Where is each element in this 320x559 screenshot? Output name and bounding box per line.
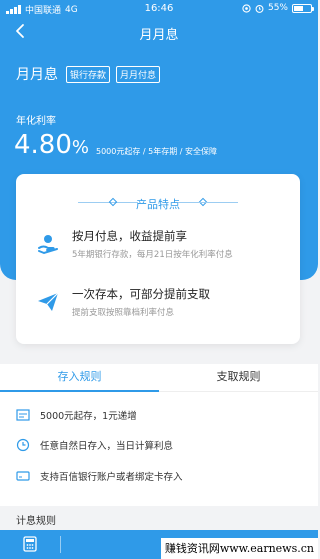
rate-note: 5000元起存 / 5年存期 / 安全保障 bbox=[96, 147, 218, 156]
features-card: 产品特点 按月付息，收益提前享 5年期银行存款，每月21日按年化利率付息 一次存… bbox=[16, 174, 300, 344]
rule-text: 任意自然日存入，当日计算利息 bbox=[40, 441, 174, 452]
tab-withdraw-rules[interactable]: 支取规则 bbox=[159, 364, 318, 392]
hand-coin-icon bbox=[38, 235, 58, 255]
product-tag: 银行存款 bbox=[66, 65, 111, 83]
card-icon bbox=[16, 471, 30, 481]
watermark: 赚钱资讯网www.earnews.cn bbox=[160, 538, 318, 559]
rule-text: 支持百信银行账户或者绑定卡存入 bbox=[40, 472, 183, 483]
diamond-icon bbox=[108, 197, 118, 207]
rules-list: 5000元起存，1元递增 任意自然日存入，当日计算利息 支持百信银行账户或者绑定… bbox=[0, 392, 318, 506]
feature-desc: 5年期银行存款，每月21日按年化利率付息 bbox=[72, 250, 233, 260]
clock-icon bbox=[16, 438, 30, 452]
features-heading: 产品特点 bbox=[16, 196, 300, 212]
section-title-interest: 计息规则 bbox=[16, 516, 56, 527]
rate-value: 4.80% bbox=[14, 130, 89, 160]
nav-bar: 月月息 bbox=[0, 18, 318, 46]
feature-desc: 提前支取按照靠档利率付息 bbox=[72, 308, 175, 318]
paper-plane-icon bbox=[38, 292, 59, 311]
battery-percent: 55% bbox=[267, 3, 288, 13]
product-tag: 月月付息 bbox=[116, 65, 161, 83]
rules-tabs: 存入规则 支取规则 bbox=[0, 364, 318, 392]
feature-title: 按月付息，收益提前享 bbox=[72, 229, 187, 243]
deposit-amount-icon bbox=[16, 409, 30, 421]
tab-deposit-rules[interactable]: 存入规则 bbox=[0, 364, 159, 392]
location-icon bbox=[242, 3, 251, 13]
bottom-divider bbox=[60, 536, 61, 553]
calculator-icon[interactable] bbox=[22, 536, 38, 552]
rule-item: 支持百信银行账户或者绑定卡存入 bbox=[16, 469, 183, 483]
features-heading-label: 产品特点 bbox=[136, 198, 180, 211]
product-name: 月月息 bbox=[16, 67, 58, 83]
feature-title: 一次存本，可部分提前支取 bbox=[72, 287, 210, 301]
battery-icon bbox=[292, 3, 314, 13]
rate-label: 年化利率 bbox=[16, 116, 56, 127]
rate-number: 4.80 bbox=[14, 130, 72, 160]
rule-item: 5000元起存，1元递增 bbox=[16, 408, 137, 422]
status-bar: 中国联通 4G 16:46 55% bbox=[0, 0, 318, 18]
product-row: 月月息 银行存款 月月付息 bbox=[16, 64, 161, 84]
rule-text: 5000元起存，1元递增 bbox=[40, 411, 137, 422]
alarm-icon bbox=[255, 4, 264, 13]
rate-unit: % bbox=[71, 137, 89, 158]
rule-item: 任意自然日存入，当日计算利息 bbox=[16, 438, 173, 452]
page-title: 月月息 bbox=[139, 28, 179, 43]
